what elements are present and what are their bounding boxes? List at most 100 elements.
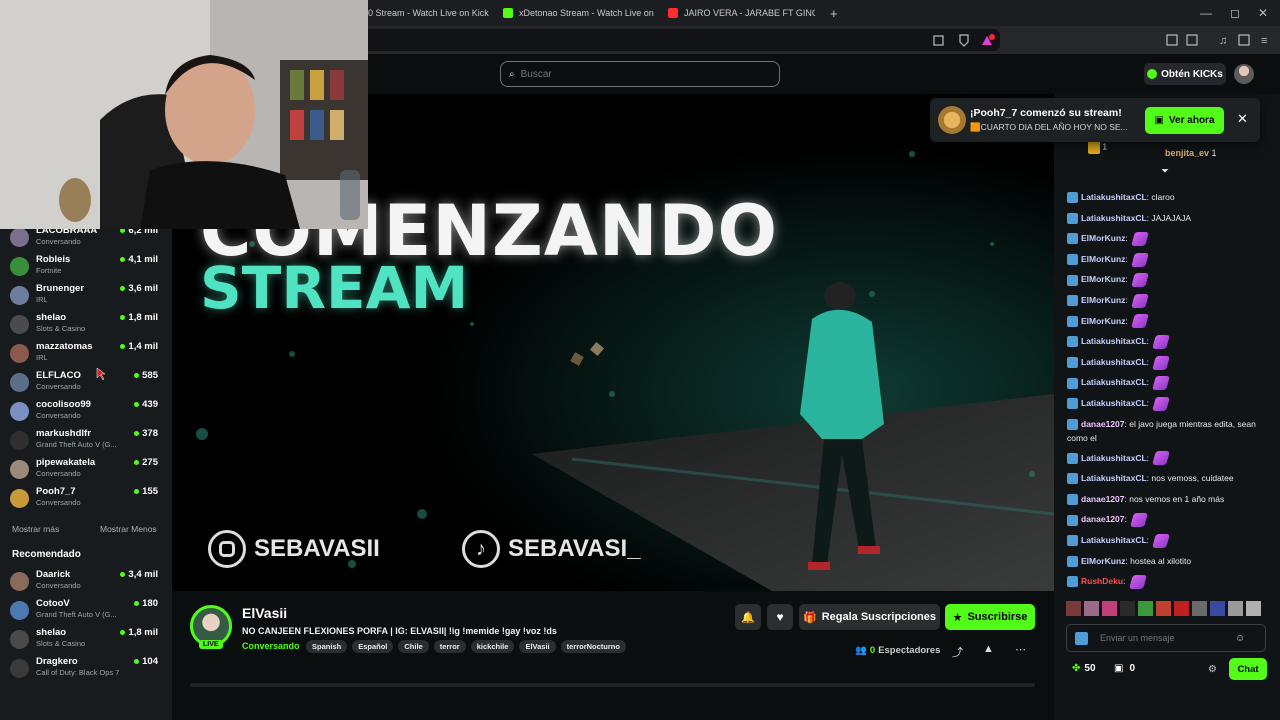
stream-tag[interactable]: Chile — [398, 640, 429, 653]
stream-tag[interactable]: ElVasii — [519, 640, 556, 653]
chat-username[interactable]: LatiakushitaxCL — [1081, 336, 1147, 346]
maximize-icon[interactable]: ◻ — [1230, 6, 1240, 20]
browser-tab[interactable]: JAIRO VERA - JARABE FT GINO M — [660, 0, 815, 26]
sidebar-channel-lacobraaa[interactable]: LACOBRAAA Conversando 6,2 mil — [10, 225, 160, 253]
channel-category: Conversando — [36, 469, 81, 478]
chat-username[interactable]: LatiakushitaxCL — [1081, 213, 1147, 223]
chat-username[interactable]: danae1207 — [1081, 419, 1124, 429]
sidebar-channel-robleis[interactable]: Robleis Fortnite 4,1 mil — [10, 254, 160, 282]
chat-username[interactable]: LatiakushitaxCL — [1081, 473, 1147, 483]
sidebar-channel-daarick[interactable]: Daarick Conversando 3,4 mil — [10, 569, 160, 597]
watch-now-button[interactable]: ▣ Ver ahora — [1145, 107, 1224, 134]
chat-username[interactable]: ElMorKunz — [1081, 316, 1125, 326]
share-icon[interactable]: ⤴ — [952, 644, 963, 660]
report-icon[interactable]: ▲ — [983, 643, 994, 655]
show-more-link[interactable]: Mostrar más — [12, 524, 59, 534]
close-window-icon[interactable]: ✕ — [1258, 6, 1268, 20]
sidebar-channel-shelao[interactable]: shelao Slots & Casino 1,8 mil — [10, 627, 160, 655]
gift-count[interactable]: ▣ 0 — [1114, 663, 1135, 674]
new-tab-button[interactable]: + — [822, 0, 844, 26]
emote-icon[interactable] — [1228, 601, 1243, 616]
chat-message-input[interactable] — [1100, 633, 1235, 643]
chat-username[interactable]: LatiakushitaxCL — [1081, 453, 1147, 463]
chat-identity-icon[interactable] — [1075, 631, 1088, 645]
chat-username[interactable]: ElMorKunz — [1081, 556, 1125, 566]
channel-name[interactable]: ElVasii — [242, 605, 287, 621]
browser-tab[interactable]: 0 Stream - Watch Live on Kick — [360, 0, 490, 26]
chat-settings-icon[interactable]: ⚙ — [1208, 664, 1217, 675]
chat-username[interactable]: danae1207 — [1081, 514, 1124, 524]
stream-tag[interactable]: Spanish — [306, 640, 348, 653]
chat-username[interactable]: ElMorKunz — [1081, 295, 1125, 305]
emote-icon[interactable] — [1156, 601, 1171, 616]
sidebar-channel-dragkero[interactable]: Dragkero Call of Duty: Black Ops 7 104 — [10, 656, 160, 684]
sidebar-channel-mazzatomas[interactable]: mazzatomas IRL 1,4 mil — [10, 341, 160, 369]
subscribe-button[interactable]: ★ Suscribirse — [945, 604, 1035, 630]
search-input[interactable] — [520, 68, 751, 80]
follow-button[interactable]: ♥ — [767, 604, 793, 630]
emote-icon[interactable] — [1066, 601, 1081, 616]
sidebar-icon[interactable] — [1238, 34, 1250, 46]
extensions-icon[interactable] — [1166, 34, 1178, 46]
sidebar-channel-shelao[interactable]: shelao Slots & Casino 1,8 mil — [10, 312, 160, 340]
sidebar-channel-cotoov[interactable]: CotooV Grand Theft Auto V (G... 180 — [10, 598, 160, 626]
sidebar-channel-cocolisoo99[interactable]: cocolisoo99 Conversando 439 — [10, 399, 160, 427]
brave-shield-icon[interactable] — [959, 34, 969, 47]
chat-input-box[interactable]: ☺ — [1066, 624, 1266, 652]
minimize-icon[interactable]: — — [1200, 6, 1212, 20]
brave-rewards-icon[interactable] — [982, 34, 995, 45]
menu-icon[interactable]: ≡ — [1261, 35, 1267, 47]
music-icon[interactable]: ♫ — [1219, 35, 1227, 47]
chat-username[interactable]: LatiakushitaxCL — [1081, 398, 1147, 408]
emoji-icon[interactable]: ☺ — [1235, 633, 1245, 644]
sidebar-channel-elflaco[interactable]: ELFLACO Conversando 585 — [10, 370, 160, 398]
chat-username[interactable]: danae1207 — [1081, 494, 1124, 504]
close-notification-icon[interactable]: ✕ — [1237, 111, 1248, 127]
chat-send-button[interactable]: Chat — [1229, 658, 1267, 680]
notification-title: ¡Pooh7_7 comenzó su stream! — [970, 107, 1122, 119]
emote-icon[interactable] — [1120, 601, 1135, 616]
bell-icon: 🔔 — [741, 611, 755, 624]
chat-username[interactable]: LatiakushitaxCL — [1081, 535, 1147, 545]
stream-tag[interactable]: terror — [433, 640, 466, 653]
chat-username[interactable]: LatiakushitaxCL — [1081, 377, 1147, 387]
tab-capture-icon[interactable] — [1186, 34, 1198, 46]
user-avatar[interactable] — [1234, 64, 1254, 84]
live-notification-toast: ¡Pooh7_7 comenzó su stream! 🟧CUARTO DIA … — [930, 98, 1260, 142]
more-options-icon[interactable]: ⋯ — [1015, 643, 1026, 656]
notifications-button[interactable]: 🔔 — [735, 604, 761, 630]
address-bar[interactable] — [330, 29, 1000, 51]
chat-username[interactable]: ElMorKunz — [1081, 233, 1125, 243]
chat-filter-icon[interactable]: ⏷ — [1161, 166, 1169, 177]
emote-icon[interactable] — [1138, 601, 1153, 616]
viewer-count: 439 — [134, 399, 158, 410]
stream-tag[interactable]: Español — [352, 640, 394, 653]
stream-tag[interactable]: kickchile — [470, 640, 515, 653]
emote-icon[interactable] — [1246, 601, 1261, 616]
emote-icon[interactable] — [1102, 601, 1117, 616]
emote-icon[interactable] — [1192, 601, 1207, 616]
search-box[interactable]: ⌕ — [500, 61, 780, 87]
horizontal-scrollbar[interactable] — [190, 683, 1035, 687]
sidebar-channel-pipewakatela[interactable]: pipewakatela Conversando 275 — [10, 457, 160, 485]
sidebar-channel-markushdlfr[interactable]: markushdlfr Grand Theft Auto V (G... 378 — [10, 428, 160, 456]
show-less-link[interactable]: Mostrar Menos — [100, 524, 157, 534]
stream-tag[interactable]: terrorNocturno — [560, 640, 626, 653]
share-icon[interactable] — [933, 35, 944, 46]
emote-icon[interactable] — [1210, 601, 1225, 616]
browser-tab[interactable]: xDetonao Stream - Watch Live on Kick — [495, 0, 655, 26]
emote-icon[interactable] — [1084, 601, 1099, 616]
chat-username[interactable]: RushDeku — [1081, 576, 1123, 586]
chat-username[interactable]: LatiakushitaxCL — [1081, 192, 1147, 202]
emote-icon[interactable] — [1174, 601, 1189, 616]
chat-username[interactable]: ElMorKunz — [1081, 274, 1125, 284]
channel-points[interactable]: ✤ 50 — [1072, 663, 1096, 674]
chat-username[interactable]: LatiakushitaxCL — [1081, 357, 1147, 367]
sidebar-channel-brunenger[interactable]: Brunenger IRL 3,6 mil — [10, 283, 160, 311]
heart-icon: ♥ — [776, 610, 784, 624]
get-kicks-button[interactable]: Obtén KICKs — [1144, 63, 1226, 85]
chat-username[interactable]: ElMorKunz — [1081, 254, 1125, 264]
stream-category[interactable]: Conversando — [242, 641, 300, 651]
gift-subs-button[interactable]: 🎁 Regala Suscripciones — [799, 604, 940, 630]
sidebar-channel-pooh7-7[interactable]: Pooh7_7 Conversando 155 — [10, 486, 160, 514]
